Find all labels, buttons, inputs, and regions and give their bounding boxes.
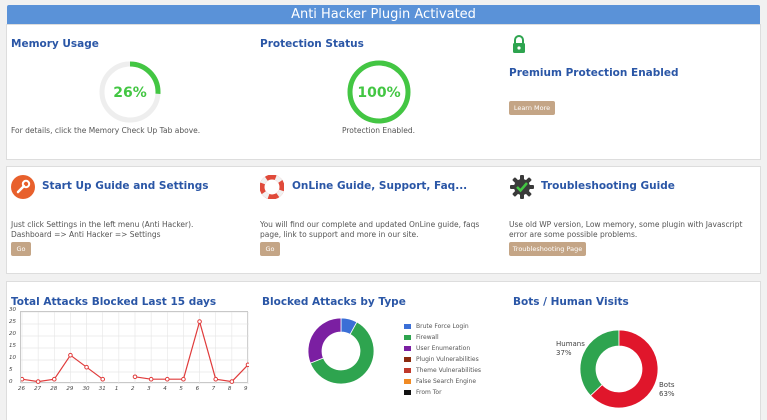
y-tick-label: 15 bbox=[9, 343, 16, 349]
legend-item: User Enumeration bbox=[404, 343, 481, 354]
legend-item: Plugin Vulnerabilities bbox=[404, 354, 481, 365]
x-tick-label: 3 bbox=[147, 386, 151, 392]
premium-protection-title: Premium Protection Enabled bbox=[509, 67, 679, 79]
x-tick-label: 1 bbox=[114, 386, 119, 392]
online-guide-title: OnLine Guide, Support, Faq... bbox=[292, 180, 468, 192]
attacks-data-point[interactable] bbox=[100, 376, 106, 382]
legend-swatch bbox=[404, 346, 411, 351]
startup-go-button[interactable]: Go bbox=[11, 242, 31, 256]
donut-slice-humans[interactable] bbox=[579, 329, 620, 397]
legend-swatch bbox=[404, 390, 411, 395]
x-tick-label: 8 bbox=[227, 386, 232, 392]
x-tick-label: 6 bbox=[195, 386, 200, 392]
legend-label: From Tor bbox=[416, 389, 442, 396]
legend-item: False Search Engine bbox=[404, 376, 481, 387]
gear-icon bbox=[510, 175, 534, 199]
legend-label: User Enumeration bbox=[416, 345, 471, 352]
wrench-icon bbox=[11, 175, 35, 199]
attacks-line-chart bbox=[20, 311, 249, 384]
legend-label: Firewall bbox=[416, 334, 439, 341]
memory-usage-gauge: 26% bbox=[99, 61, 161, 123]
legend-label: Theme Vulnerabilities bbox=[416, 367, 482, 374]
y-tick-label: 5 bbox=[9, 367, 13, 373]
attacks-data-point[interactable] bbox=[197, 319, 202, 324]
legend-swatch bbox=[404, 335, 411, 340]
attacks-series-line bbox=[134, 319, 249, 383]
protection-status-value: 100% bbox=[357, 85, 400, 101]
attacks-chart-title: Total Attacks Blocked Last 15 days bbox=[11, 296, 217, 308]
x-tick-label: 29 bbox=[66, 386, 74, 392]
learn-more-button[interactable]: Learn More bbox=[509, 101, 555, 115]
startup-guide-text: Just click Settings in the left menu (An… bbox=[11, 220, 194, 239]
online-go-button[interactable]: Go bbox=[260, 242, 280, 256]
troubleshooting-title: Troubleshooting Guide bbox=[541, 180, 675, 192]
humans-label-text: Humans bbox=[556, 340, 585, 348]
legend-label: Brute Force Login bbox=[416, 323, 469, 330]
memory-usage-value: 26% bbox=[113, 85, 147, 101]
y-tick-label: 10 bbox=[9, 355, 16, 361]
bots-percent: 63% bbox=[659, 390, 675, 398]
padlock-icon bbox=[513, 35, 525, 53]
plugin-activated-banner: Anti Hacker Plugin Activated bbox=[7, 5, 760, 24]
attacks-data-point[interactable] bbox=[35, 379, 41, 384]
x-tick-label: 31 bbox=[98, 386, 106, 392]
protection-status-title: Protection Status bbox=[260, 38, 364, 50]
y-tick-label: 25 bbox=[9, 319, 16, 325]
attacks-data-point[interactable] bbox=[148, 376, 154, 382]
y-tick-label: 30 bbox=[9, 307, 16, 313]
attacks-data-point[interactable] bbox=[51, 376, 57, 382]
protection-status-gauge: 100% bbox=[347, 60, 411, 124]
attacks-data-point[interactable] bbox=[213, 376, 219, 382]
protection-status-note: Protection Enabled. bbox=[342, 126, 416, 135]
legend-swatch bbox=[404, 324, 411, 329]
legend-item: Theme Vulnerabilities bbox=[404, 365, 481, 376]
attack-types-donut bbox=[307, 317, 375, 385]
legend-swatch bbox=[404, 368, 411, 373]
humans-label: Humans 37% bbox=[556, 340, 585, 358]
legend-label: False Search Engine bbox=[416, 378, 477, 385]
x-tick-label: 2 bbox=[131, 386, 135, 392]
bots-label: Bots 63% bbox=[659, 381, 675, 399]
lifebuoy-icon bbox=[260, 175, 284, 199]
x-tick-label: 30 bbox=[82, 386, 90, 392]
startup-guide-title: Start Up Guide and Settings bbox=[42, 180, 209, 192]
attacks-data-point[interactable] bbox=[132, 374, 138, 380]
legend-label: Plugin Vulnerabilities bbox=[416, 356, 479, 363]
troubleshooting-text: Use old WP version, Low memory, some plu… bbox=[509, 220, 743, 239]
y-tick-label: 20 bbox=[9, 331, 16, 337]
humans-percent: 37% bbox=[556, 349, 572, 357]
attacks-data-point[interactable] bbox=[181, 376, 186, 382]
y-tick-label: 0 bbox=[9, 379, 13, 385]
bots-label-text: Bots bbox=[659, 381, 675, 389]
bots-human-title: Bots / Human Visits bbox=[513, 296, 629, 308]
memory-usage-title: Memory Usage bbox=[11, 38, 99, 50]
legend-item: Firewall bbox=[404, 332, 481, 343]
legend-swatch bbox=[404, 357, 411, 362]
x-tick-label: 5 bbox=[179, 386, 183, 392]
x-tick-label: 9 bbox=[244, 386, 248, 392]
memory-usage-note: For details, click the Memory Check Up T… bbox=[11, 126, 201, 135]
attacks-line-plot bbox=[21, 312, 249, 384]
donut-slice-user-enumeration[interactable] bbox=[307, 317, 342, 364]
bots-human-donut bbox=[579, 329, 659, 409]
x-tick-label: 4 bbox=[163, 386, 167, 392]
attacks-data-point[interactable] bbox=[21, 376, 25, 382]
x-tick-label: 26 bbox=[18, 386, 25, 392]
attacks-data-point[interactable] bbox=[245, 362, 249, 368]
attack-types-title: Blocked Attacks by Type bbox=[262, 296, 406, 308]
legend-swatch bbox=[404, 379, 411, 384]
attacks-series-line bbox=[21, 354, 104, 383]
attacks-data-point[interactable] bbox=[68, 352, 73, 358]
attack-types-legend: Brute Force Login Firewall User Enumerat… bbox=[404, 321, 481, 398]
legend-item: Brute Force Login bbox=[404, 321, 481, 332]
troubleshooting-page-button[interactable]: Troubleshooting Page bbox=[509, 242, 586, 256]
x-tick-label: 27 bbox=[34, 386, 42, 392]
attacks-data-point[interactable] bbox=[164, 376, 170, 382]
x-tick-label: 28 bbox=[50, 386, 58, 392]
attacks-data-point[interactable] bbox=[229, 379, 235, 384]
x-tick-label: 7 bbox=[211, 386, 216, 392]
legend-item: From Tor bbox=[404, 387, 481, 398]
attacks-data-point[interactable] bbox=[84, 364, 89, 370]
online-guide-text: You will find our complete and updated O… bbox=[260, 220, 480, 239]
